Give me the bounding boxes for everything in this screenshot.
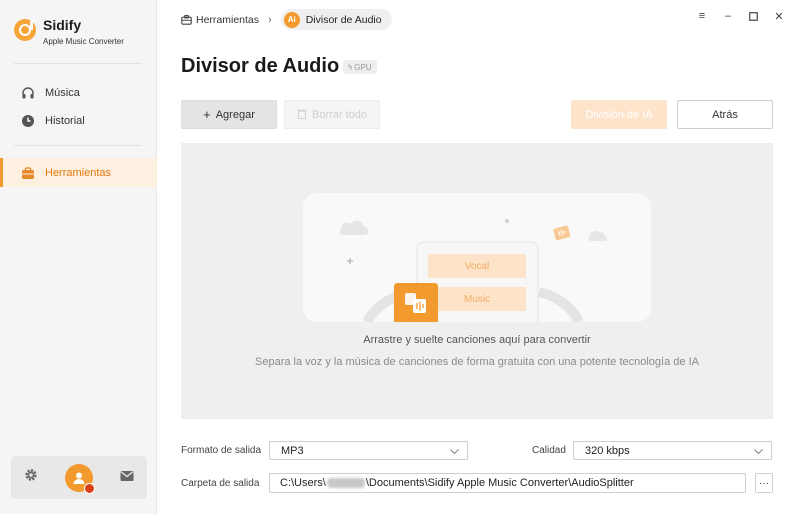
- folder-path-suffix: \Documents\Sidify Apple Music Converter\…: [365, 477, 634, 489]
- menu-icon[interactable]: ≡: [694, 10, 710, 22]
- ai-split-button[interactable]: División de IA: [571, 100, 667, 129]
- quality-label: Calidad: [532, 445, 566, 456]
- redacted-username: [326, 478, 365, 488]
- app-logo: Sidify Apple Music Converter: [14, 16, 124, 46]
- output-folder-field[interactable]: C:\Users\ \Documents\Sidify Apple Music C…: [269, 473, 746, 493]
- sidebar-item-label: Historial: [45, 114, 85, 127]
- gpu-badge: ϟ GPU: [343, 60, 377, 74]
- page-title: Divisor de Audio: [181, 55, 340, 77]
- breadcrumb-current-label: Divisor de Audio: [305, 13, 382, 26]
- quality-value: 320 kbps: [585, 444, 630, 457]
- gpu-badge-label: GPU: [354, 62, 372, 72]
- breadcrumb-parent[interactable]: Herramientas: [196, 14, 259, 26]
- drop-instruction: Arrastre y suelte canciones aquí para co…: [363, 334, 591, 346]
- sidebar-item-historial[interactable]: Historial: [0, 106, 157, 135]
- audio-split-icon: [394, 283, 438, 322]
- sidebar-divider: [14, 145, 142, 146]
- music-track-label: Music: [428, 287, 526, 311]
- lightning-icon: ϟ: [348, 62, 353, 72]
- drop-zone[interactable]: Vocal Music Arrastre y suelte canciones …: [181, 143, 773, 419]
- chevron-down-icon: [450, 446, 459, 458]
- toolbox-icon: [181, 14, 192, 25]
- settings-icon[interactable]: [24, 468, 38, 487]
- back-button[interactable]: Atrás: [677, 100, 773, 129]
- app-subtitle: Apple Music Converter: [43, 37, 124, 46]
- output-folder-label: Carpeta de salida: [181, 478, 260, 489]
- app-name: Sidify: [43, 17, 82, 33]
- user-avatar[interactable]: [64, 463, 95, 494]
- mail-icon[interactable]: [120, 469, 134, 487]
- vocal-track-label: Vocal: [428, 254, 526, 278]
- shield-badge-icon: [83, 482, 95, 494]
- sidebar: Sidify Apple Music Converter Música Hist…: [0, 0, 157, 514]
- sidebar-item-label: Música: [45, 86, 80, 99]
- toolbox-icon: [21, 166, 35, 180]
- output-format-value: MP3: [281, 444, 304, 457]
- add-button-label: Agregar: [215, 108, 255, 121]
- sidebar-item-herramientas[interactable]: Herramientas: [0, 158, 157, 187]
- browse-folder-button[interactable]: ···: [755, 473, 773, 493]
- maximize-icon[interactable]: [745, 10, 761, 24]
- delete-all-button[interactable]: Borrar todo: [284, 100, 380, 129]
- clock-icon: [21, 114, 35, 128]
- headphones-icon: [21, 86, 35, 100]
- sidify-logo-icon: [14, 19, 36, 41]
- ai-icon: Ai: [283, 11, 300, 28]
- sidebar-item-label: Herramientas: [45, 166, 112, 179]
- folder-path-prefix: C:\Users\: [280, 477, 326, 489]
- audio-splitter-illustration: Vocal Music: [303, 193, 651, 322]
- sidebar-divider: [14, 63, 142, 64]
- add-button[interactable]: + Agregar: [181, 100, 277, 129]
- chevron-down-icon: [754, 446, 763, 458]
- minimize-icon[interactable]: –: [720, 10, 736, 22]
- breadcrumb-current: Ai Divisor de Audio: [280, 9, 392, 30]
- breadcrumb: Herramientas › Ai Divisor de Audio: [181, 9, 392, 30]
- plus-icon: +: [203, 107, 211, 122]
- sidebar-footer: [11, 456, 147, 499]
- sidebar-item-musica[interactable]: Música: [0, 78, 157, 107]
- close-icon[interactable]: ✕: [771, 10, 787, 23]
- trash-icon: [297, 108, 307, 122]
- quality-select[interactable]: 320 kbps: [573, 441, 772, 460]
- drop-description: Separa la voz y la música de canciones d…: [255, 356, 699, 368]
- chevron-right-icon: ›: [268, 13, 272, 26]
- output-format-select[interactable]: MP3: [269, 441, 468, 460]
- user-icon: [73, 472, 85, 484]
- output-format-label: Formato de salida: [181, 445, 262, 456]
- delete-all-label: Borrar todo: [311, 108, 368, 121]
